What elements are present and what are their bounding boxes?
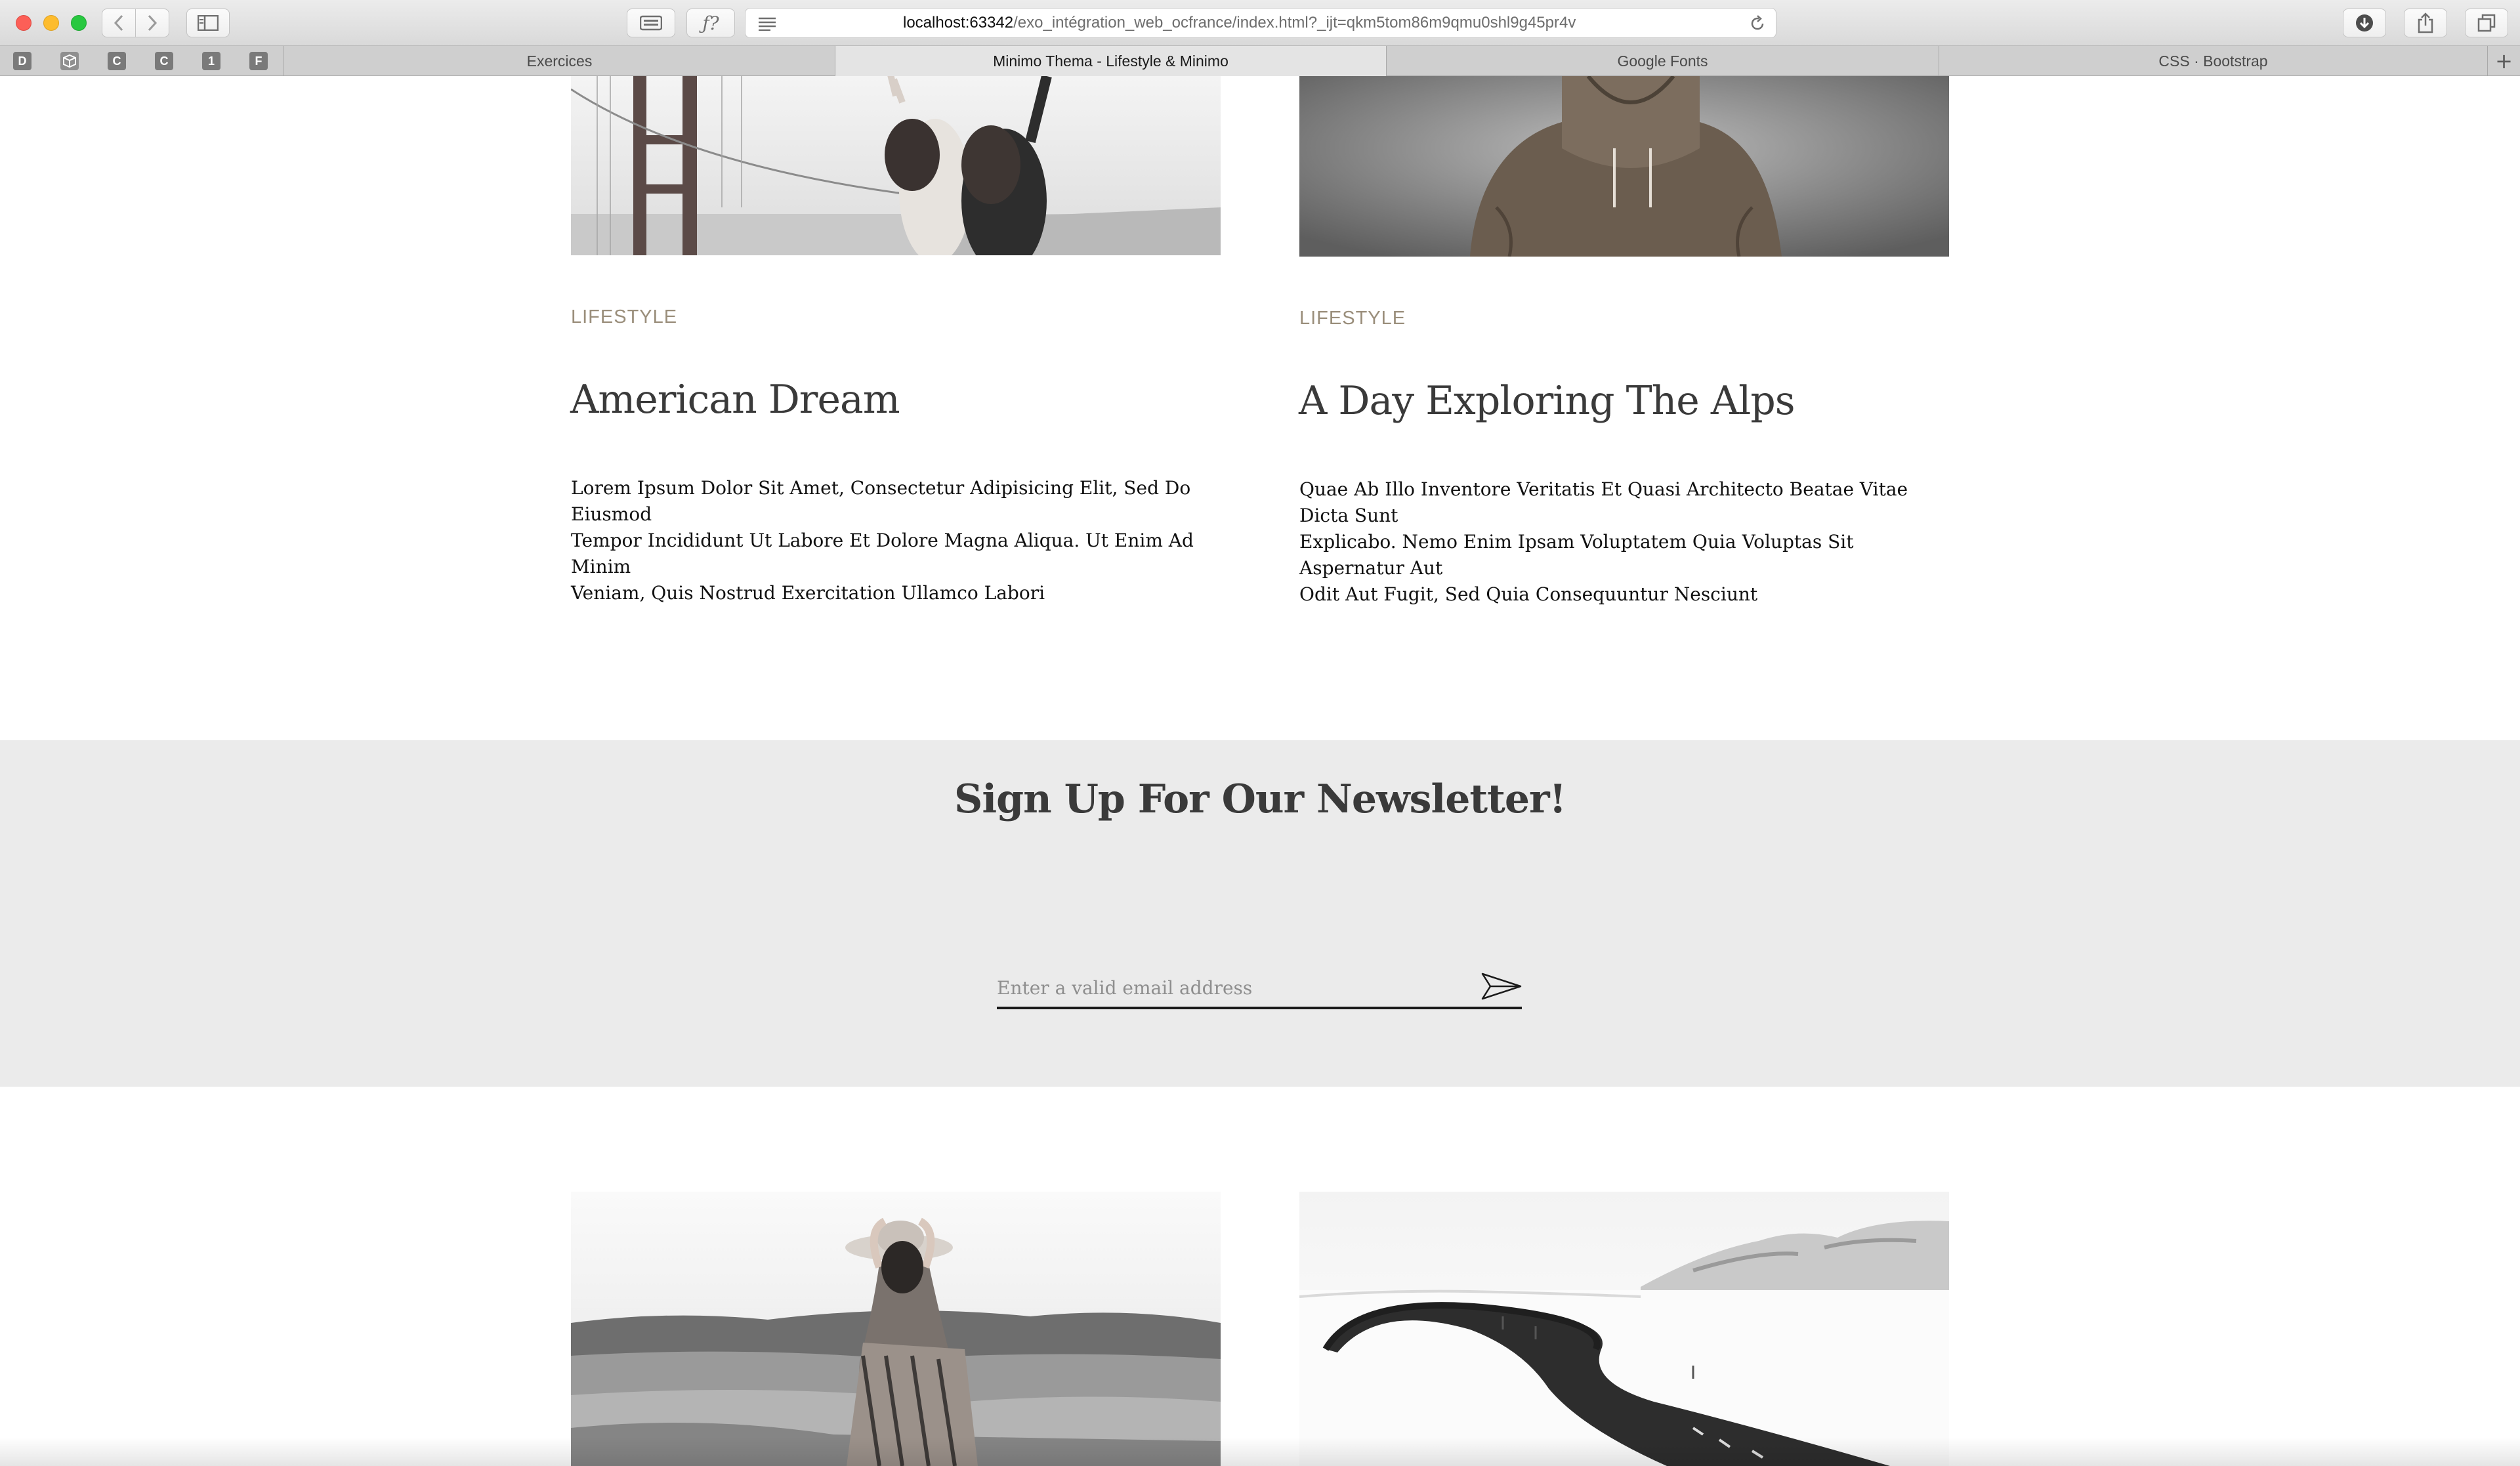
favorite-1[interactable]: 1 — [202, 52, 220, 70]
tab-label: Exercices — [526, 52, 593, 70]
font-extension-button[interactable]: ƒ? — [686, 9, 735, 37]
reader-view-icon — [759, 17, 776, 31]
sidebar-button[interactable] — [186, 9, 230, 37]
browser-toolbar: ƒ? localhost:63342/exo_intégration_web_o… — [0, 0, 2520, 46]
post-title[interactable]: American Dream — [570, 377, 900, 423]
newsletter-title: Sign Up For Our Newsletter! — [954, 776, 1566, 822]
paper-plane-icon — [1481, 973, 1522, 1000]
post-image-hat-woman[interactable] — [571, 1192, 1221, 1466]
reload-icon[interactable] — [1748, 14, 1767, 33]
post-excerpt-line: Quae Ab Illo Inventore Veritatis Et Quas… — [1299, 478, 1908, 526]
downloads-button[interactable] — [2343, 9, 2386, 37]
snow-road-photo — [1299, 1192, 1949, 1466]
favorite-f[interactable]: F — [249, 52, 268, 70]
tab-bar: D C C 1 F Exercices Minimo Thema - Lifes… — [0, 46, 2520, 76]
share-icon — [2418, 12, 2433, 33]
forward-button[interactable] — [135, 9, 169, 37]
address-bar[interactable]: localhost:63342/exo_intégration_web_ocfr… — [745, 8, 1776, 38]
field-photo — [571, 1192, 1221, 1466]
post-excerpt: Lorem Ipsum Dolor Sit Amet, Consectetur … — [571, 475, 1227, 606]
tab-exercices[interactable]: Exercices — [284, 46, 835, 76]
viewport-bottom-shadow — [0, 1437, 2520, 1466]
bridge-photo — [571, 76, 1221, 255]
new-tab-button[interactable]: + — [2487, 46, 2520, 76]
url-text[interactable]: localhost:63342/exo_intégration_web_ocfr… — [903, 14, 1576, 32]
download-icon — [2356, 14, 2373, 31]
chevron-right-icon — [148, 14, 158, 31]
minimize-window-button[interactable] — [43, 15, 59, 31]
post-image-road[interactable] — [1299, 1192, 1949, 1466]
url-host: localhost:63342 — [903, 14, 1014, 31]
cube-icon — [63, 54, 76, 68]
post-excerpt-line: Explicabo. Nemo Enim Ipsam Voluptatem Qu… — [1299, 531, 1854, 579]
favorite-c-1[interactable]: C — [108, 52, 126, 70]
post-excerpt-line: Lorem Ipsum Dolor Sit Amet, Consectetur … — [571, 477, 1191, 525]
email-field[interactable] — [997, 971, 1469, 1004]
close-window-button[interactable] — [16, 15, 32, 31]
url-path: /exo_intégration_web_ocfrance/index.html… — [1013, 14, 1576, 31]
keyboard-icon — [640, 15, 662, 31]
tab-label: CSS · Bootstrap — [2158, 52, 2268, 70]
post-title[interactable]: A Day Exploring The Alps — [1299, 378, 1796, 424]
tab-minimo-thema[interactable]: Minimo Thema - Lifestyle & Minimo — [835, 46, 1386, 76]
hiker-photo — [1299, 76, 1949, 257]
post-image-alps[interactable] — [1299, 76, 1949, 257]
post-excerpt-line: Veniam, Quis Nostrud Exercitation Ullamc… — [571, 582, 1045, 604]
post-category[interactable]: LIFESTYLE — [1299, 308, 1406, 329]
favorite-d[interactable]: D — [13, 52, 32, 70]
favorite-c-2[interactable]: C — [155, 52, 173, 70]
newsletter-section: Sign Up For Our Newsletter! — [0, 740, 2520, 1087]
tab-google-fonts[interactable]: Google Fonts — [1386, 46, 1939, 76]
zoom-window-button[interactable] — [71, 15, 87, 31]
plus-icon: + — [2495, 49, 2513, 73]
tab-css-bootstrap[interactable]: CSS · Bootstrap — [1939, 46, 2487, 76]
font-question-icon: ƒ? — [702, 12, 719, 34]
sidebar-icon — [198, 15, 219, 31]
favorite-cube-icon[interactable] — [60, 52, 79, 70]
back-button[interactable] — [102, 9, 136, 37]
newsletter-form — [997, 957, 1522, 1009]
post-category[interactable]: LIFESTYLE — [571, 306, 677, 328]
share-button[interactable] — [2404, 9, 2447, 37]
tabs-overview-icon — [2477, 14, 2496, 32]
chevron-left-icon — [114, 14, 123, 31]
tab-label: Minimo Thema - Lifestyle & Minimo — [993, 52, 1228, 70]
tab-label: Google Fonts — [1617, 52, 1708, 70]
post-excerpt-line: Tempor Incididunt Ut Labore Et Dolore Ma… — [571, 530, 1194, 577]
send-button[interactable] — [1481, 970, 1522, 1003]
tabs-overview-button[interactable] — [2465, 9, 2508, 37]
keyboard-extension-button[interactable] — [627, 9, 675, 37]
post-image-american-dream[interactable] — [571, 76, 1221, 255]
post-excerpt-line: Odit Aut Fugit, Sed Quia Consequuntur Ne… — [1299, 583, 1758, 605]
post-excerpt: Quae Ab Illo Inventore Veritatis Et Quas… — [1299, 476, 1956, 608]
